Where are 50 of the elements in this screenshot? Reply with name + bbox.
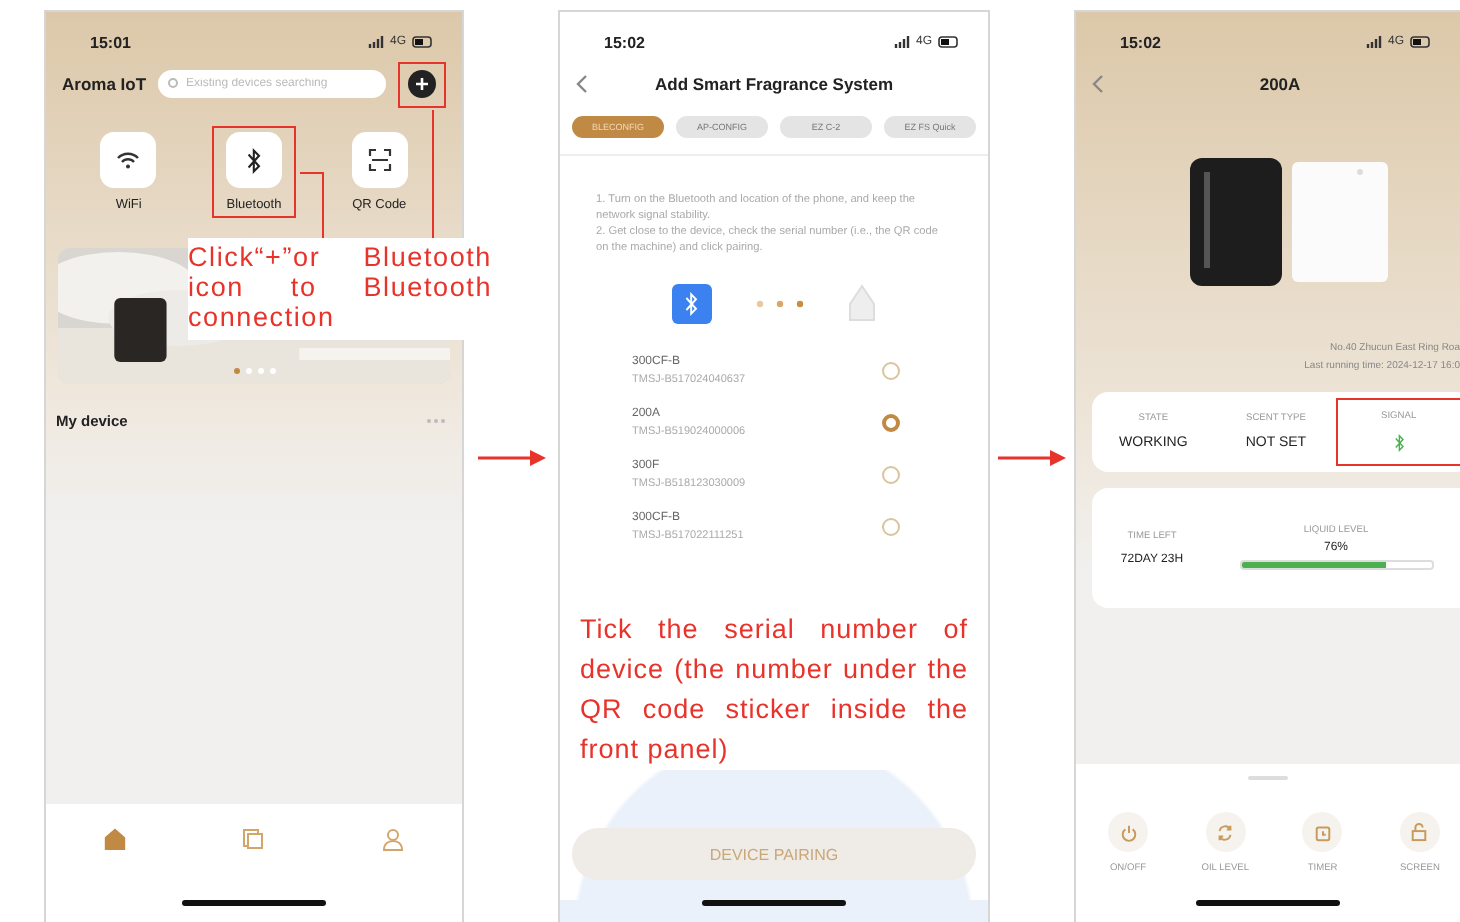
pairing-button[interactable]: DEVICE PAIRING (572, 828, 976, 880)
alarm-clock-icon (1313, 823, 1332, 841)
nav-tab[interactable] (381, 828, 404, 852)
leader-line (432, 110, 436, 238)
status-time: 15:02 (1120, 33, 1161, 51)
status-time: 15:01 (90, 33, 131, 51)
screen-title: Add Smart Fragrance System (654, 74, 894, 94)
signal-icon (1365, 36, 1382, 48)
add-button[interactable] (398, 61, 446, 107)
lock-icon (1410, 822, 1429, 842)
bluetooth-icon (684, 292, 700, 316)
home-indicator (702, 900, 846, 906)
app-title: Aroma IoT (62, 74, 147, 94)
back-icon[interactable] (1092, 74, 1104, 94)
device-radio[interactable] (882, 517, 900, 535)
device-radio[interactable] (882, 413, 900, 431)
battery-icon (938, 36, 960, 48)
home-icon (104, 828, 127, 850)
bluetooth-icon (246, 147, 262, 173)
refresh-icon (1216, 823, 1235, 841)
home-indicator (182, 900, 326, 906)
callout-text: Click“+”or Bluetooth icon to Bluetooth connection (188, 238, 492, 340)
power-icon (1119, 823, 1137, 841)
bluetooth-icon (1393, 434, 1405, 452)
carousel-dot[interactable] (233, 368, 239, 374)
nav-tab[interactable] (242, 828, 265, 850)
arrow-icon (998, 450, 1066, 466)
sheet-handle[interactable] (1248, 776, 1288, 780)
battery-icon (412, 36, 434, 48)
carousel-dot[interactable] (245, 368, 251, 374)
home-indicator (1196, 900, 1340, 906)
user-icon (381, 828, 404, 852)
signal-icon (893, 36, 910, 48)
document-icon (242, 828, 265, 850)
wifi-icon (116, 150, 141, 170)
carousel-dot[interactable] (257, 368, 263, 374)
carousel-dot[interactable] (269, 368, 275, 374)
device-radio[interactable] (882, 361, 900, 379)
device-radio[interactable] (882, 465, 900, 483)
loading-dots-icon (756, 300, 804, 308)
battery-icon (1410, 36, 1432, 48)
arrow-icon (477, 450, 545, 466)
screen-title: 200A (1259, 74, 1301, 94)
status-time: 15:02 (604, 33, 645, 51)
back-icon[interactable] (576, 74, 588, 94)
more-icon[interactable] (426, 418, 446, 424)
signal-icon (367, 36, 384, 48)
scan-icon (367, 148, 392, 172)
nav-tab[interactable] (104, 828, 127, 850)
plus-icon (408, 70, 436, 98)
